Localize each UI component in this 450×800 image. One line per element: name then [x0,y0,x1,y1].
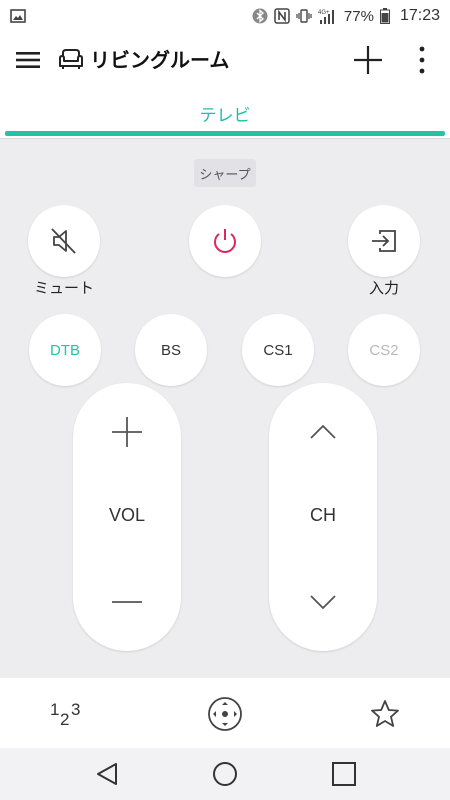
svg-text:2: 2 [60,710,69,729]
app-bar: リビングルーム [0,32,450,88]
menu-icon[interactable] [14,46,42,74]
favorite-star-icon [371,700,399,727]
source-cs2-button[interactable]: CS2 [348,314,420,386]
home-icon[interactable] [209,758,241,790]
back-icon[interactable] [92,758,124,790]
tab-indicator [5,131,445,136]
remote-panel: シャープ ミュート 入力 DTB BS CS1 CS2 VOL CH [0,138,450,678]
input-label: 入力 [368,279,399,297]
bluetooth-icon [252,8,268,24]
plus-icon[interactable] [352,44,384,76]
svg-text:1: 1 [50,700,59,719]
favorites-button[interactable] [363,692,407,736]
channel-rocker: CH [269,383,377,651]
source-cs1-label: CS1 [263,341,293,359]
system-nav-bar [0,748,450,800]
mute-button[interactable] [28,205,100,277]
mute-icon [51,228,76,254]
volume-rocker: VOL [73,383,181,651]
signal-icon: 4G+ [318,10,334,24]
volume-down-icon[interactable] [102,577,152,627]
recents-icon[interactable] [328,758,360,790]
svg-text:3: 3 [71,700,80,719]
tab-tv-label: テレビ [199,105,251,126]
source-bs-label: BS [160,341,181,359]
page-title: リビングルーム [90,48,230,72]
power-icon [214,229,236,253]
room-title[interactable]: リビングルーム [58,44,229,73]
vibrate-icon [296,9,312,23]
source-cs2-label: CS2 [369,341,399,359]
dpad-button[interactable] [203,692,247,736]
nfc-icon [274,8,290,24]
source-cs1-button[interactable]: CS1 [242,314,314,386]
volume-up-icon[interactable] [102,407,152,457]
channel-label: CH [310,505,336,525]
brand-label: シャープ [199,167,251,183]
input-source-icon [372,230,396,252]
channel-up-icon[interactable] [298,407,348,457]
volume-label: VOL [108,505,146,525]
power-button[interactable] [189,205,261,277]
source-dtb-label: DTB [50,341,80,359]
numpad-icon: 1 2 3 [50,700,80,729]
source-dtb-button[interactable]: DTB [29,314,101,386]
mute-label: ミュート [33,279,94,297]
gallery-icon [10,9,26,23]
channel-down-icon[interactable] [298,577,348,627]
dpad-icon [208,697,242,731]
sofa-icon [59,48,83,69]
bottom-toolbar: 1 2 3 [0,678,450,748]
input-button[interactable] [348,205,420,277]
status-bar: 4G+ 77% 17:23 [0,0,450,32]
source-bs-button[interactable]: BS [135,314,207,386]
battery-percent: 77% [343,7,374,25]
numpad-button[interactable]: 1 2 3 [44,692,88,736]
more-vert-icon[interactable] [412,44,432,76]
battery-icon [379,8,390,24]
clock: 17:23 [399,7,440,24]
brand-chip[interactable]: シャープ [194,159,256,187]
